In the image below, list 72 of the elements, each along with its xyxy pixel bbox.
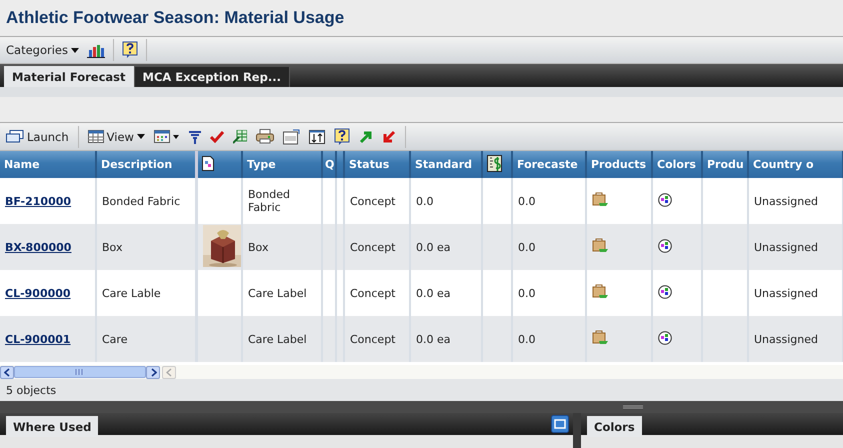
table-cell: Care Label bbox=[248, 286, 307, 300]
table-cell: Bonded Fabric bbox=[248, 188, 290, 214]
tab[interactable]: Colors bbox=[587, 416, 642, 437]
color-palette-icon[interactable] bbox=[658, 192, 672, 206]
chevron-right-icon bbox=[150, 368, 156, 376]
table-cell: 0.0 ea bbox=[416, 332, 450, 346]
arrow-icon[interactable] bbox=[382, 130, 396, 144]
color-palette-icon[interactable] bbox=[658, 284, 672, 298]
tab[interactable]: MCA Exception Rep... bbox=[134, 67, 290, 87]
column-header[interactable]: Type bbox=[247, 158, 276, 171]
table-cell: Box bbox=[248, 240, 268, 254]
sort-icon[interactable] bbox=[308, 130, 325, 144]
export-icon[interactable] bbox=[232, 130, 247, 144]
table-cell: 0.0 bbox=[518, 286, 536, 300]
arrow-icon[interactable] bbox=[358, 130, 373, 144]
table-cell: 0.0 bbox=[518, 194, 536, 208]
table-cell: 0.0 ea bbox=[416, 240, 450, 254]
tab[interactable]: Material Forecast bbox=[4, 66, 135, 87]
caret-icon bbox=[136, 134, 145, 139]
object-count: 5 objects bbox=[6, 384, 56, 396]
color-palette-icon[interactable] bbox=[658, 330, 672, 344]
help-icon[interactable] bbox=[122, 41, 138, 59]
table-cell: Unassigned bbox=[754, 194, 818, 208]
color-palette-icon[interactable] bbox=[658, 238, 672, 252]
maximize-icon[interactable] bbox=[551, 415, 569, 433]
table-cell: 0.0 bbox=[518, 332, 536, 346]
windows-icon bbox=[6, 130, 24, 143]
scroll-left-button[interactable] bbox=[0, 366, 14, 378]
table-cell: Concept bbox=[350, 332, 396, 346]
scroll-right-button[interactable] bbox=[146, 366, 160, 378]
table-cell: Care bbox=[102, 332, 128, 346]
printer-icon[interactable] bbox=[256, 129, 274, 144]
column-header[interactable]: Name bbox=[4, 158, 40, 171]
view-menu[interactable]: View bbox=[88, 130, 145, 144]
table-cell: Care Label bbox=[248, 332, 307, 346]
material-link[interactable]: BX-800000 bbox=[5, 240, 72, 254]
table-cell: Box bbox=[102, 240, 122, 254]
scrollbar-thumb[interactable] bbox=[14, 366, 146, 378]
table-cell: 0.0 bbox=[518, 240, 536, 254]
price-ruler-icon bbox=[487, 154, 502, 172]
table-cell: 0.0 ea bbox=[416, 286, 450, 300]
bag-icon[interactable] bbox=[592, 330, 609, 345]
material-link[interactable]: CL-900001 bbox=[5, 332, 71, 346]
table-cell: Concept bbox=[350, 240, 396, 254]
categories-menu[interactable]: Categories bbox=[6, 43, 79, 57]
document-icon bbox=[202, 156, 214, 170]
checkmark-icon[interactable] bbox=[210, 130, 224, 142]
table-icon bbox=[88, 130, 104, 143]
material-link[interactable]: BF-210000 bbox=[5, 194, 72, 208]
table-cell: Concept bbox=[350, 194, 396, 208]
tab[interactable]: Where Used bbox=[6, 416, 98, 437]
table-cell: Care Lable bbox=[102, 286, 161, 300]
calendar-grid-icon[interactable] bbox=[154, 130, 180, 143]
table-cell: 0.0 bbox=[416, 194, 434, 208]
caret-icon bbox=[71, 48, 79, 52]
table-cell: Unassigned bbox=[754, 286, 818, 300]
bag-icon[interactable] bbox=[592, 192, 609, 207]
bag-icon[interactable] bbox=[592, 238, 609, 253]
filter-icon[interactable] bbox=[188, 130, 201, 144]
table-cell: Unassigned bbox=[754, 240, 818, 254]
table-cell: Concept bbox=[350, 286, 396, 300]
bag-icon[interactable] bbox=[592, 284, 609, 299]
resize-handle[interactable] bbox=[623, 404, 643, 410]
page-title: Athletic Footwear Season: Material Usage bbox=[6, 8, 344, 28]
chevron-left-icon bbox=[166, 368, 172, 376]
help-icon[interactable] bbox=[334, 128, 350, 146]
table-cell: Unassigned bbox=[754, 332, 818, 346]
chevron-left-icon bbox=[4, 368, 10, 376]
material-link[interactable]: CL-900000 bbox=[5, 286, 71, 300]
launch-button[interactable]: Launch bbox=[6, 130, 69, 144]
table-cell: Bonded Fabric bbox=[102, 194, 180, 208]
bar-chart-icon[interactable] bbox=[87, 42, 105, 58]
